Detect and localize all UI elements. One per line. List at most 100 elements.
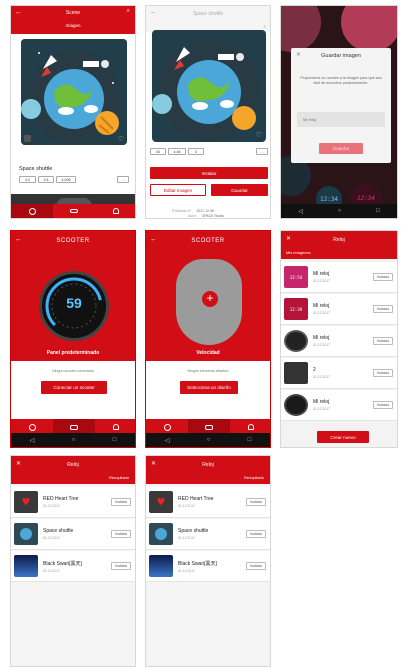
nav-back-icon[interactable]: ◁ [298,208,303,215]
section-tab[interactable]: Mis imágenes [286,250,311,255]
install-button[interactable]: Instalar [373,337,393,345]
detail-header: ← Space shuttle Ξ [146,6,270,32]
nav-recents-icon[interactable]: □ [248,437,252,443]
favorite-icon[interactable]: ♡ [118,135,124,143]
tab-profile[interactable] [95,204,135,218]
header-title: Reloj [202,462,214,468]
nav-home-icon[interactable]: ○ [207,437,211,443]
tab-imagen[interactable]: Imágen [11,23,135,28]
dialog-text: Proporciona un nombre a la imagen para q… [300,76,382,85]
item-name: Mi reloj [313,399,330,405]
install-button[interactable]: Instalar [111,530,131,538]
tab-watchface[interactable] [11,204,53,218]
item-name: Mi reloj [313,335,330,341]
header-title: SCOOTER [56,238,90,244]
share-icon[interactable]: Ξ [263,24,266,29]
section-tab[interactable]: Recopilado [109,475,129,480]
install-button[interactable]: Instalar [373,369,393,377]
section-tab[interactable]: Recopilado [244,475,264,480]
person-icon [113,424,119,430]
fullscreen-icon[interactable] [24,135,31,142]
item-date: 01.12.2017 [178,568,195,573]
card-title: Space shuttle [19,166,53,172]
header-title: Scene [65,10,81,16]
nav-recents-icon[interactable]: □ [376,208,380,214]
header-title: Space shuttle [192,11,224,17]
watchface-thumb [284,394,308,416]
item-name: RED Heart Tree [43,496,79,502]
install-button[interactable]: Instalar [246,498,266,506]
nav-home-icon[interactable]: ○ [72,437,76,443]
item-date: 01.12.2017 [313,311,330,315]
status-text: Ningún elemento añadido [187,369,229,373]
item-name: 2 [313,367,316,373]
speedometer: 59 [39,271,109,341]
item-name: RED Heart Tree [178,496,214,502]
edit-image-button[interactable]: Editar imagen [150,184,206,196]
install-button[interactable]: Instalar [150,167,268,179]
install-button[interactable]: Instalar [111,562,131,570]
meta-published: Publicado el 2017-12-08 [172,209,214,213]
more-button[interactable]: … [256,148,268,155]
bg-watch-2 [341,6,397,52]
add-design-button[interactable]: + [202,291,218,307]
list-item[interactable]: Mi reloj 01.12.2017 Instalar [281,326,397,357]
status-area: Ningún scooter conectado Conectar un sco… [11,361,135,419]
favorite-icon[interactable]: ♡ [256,131,262,139]
list-item[interactable]: 12:39 Mi reloj 01.12.2017 Instalar [281,294,397,325]
tab-scooter[interactable] [53,204,95,218]
list-item[interactable]: 2 01.12.2017 Instalar [281,358,397,389]
name-input[interactable] [297,112,385,127]
stat-pill-3: 3 [188,148,204,155]
list-item[interactable]: Black Swan[黑天] 01.12.2017 Instalar [146,551,270,582]
nav-recents-icon[interactable]: □ [113,437,117,443]
list-item[interactable]: ♥ RED Heart Tree 01.12.2017 Instalar [11,487,135,518]
list-item[interactable]: Black Swan[黑天] 01.12.2017 Instalar [11,551,135,582]
create-new-button[interactable]: Crear nuevo [317,431,369,443]
list-item[interactable]: ♥ RED Heart Tree 01.12.2017 Instalar [146,487,270,518]
select-design-button[interactable]: Selecciona un diseño [180,381,238,394]
connect-scooter-button[interactable]: Conectar un scooter [41,381,107,394]
screen-my-images: ✕ Reloj Mis imágenes 12:54 Mi reloj 01.12… [280,230,398,448]
item-date: 01.12.2017 [313,343,330,347]
more-button[interactable]: … [117,176,129,183]
watch-icon [163,423,171,431]
item-name: Space shuttle [43,528,74,534]
install-button[interactable]: Instalar [373,305,393,313]
dialog-save-button[interactable]: Guardar [319,143,363,154]
install-button[interactable]: Instalar [246,562,266,570]
space-shuttle-thumb [14,523,38,545]
search-icon[interactable]: ⌕ [127,8,130,15]
nav-back-icon[interactable]: ◁ [165,437,170,444]
item-date: 01.12.2017 [178,504,195,508]
scooter-icon [205,424,213,430]
list-item[interactable]: 12:54 Mi reloj 01.12.2017 Instalar [281,262,397,293]
meta-published-label: Publicado el [172,209,191,213]
screen-save-dialog: 12:34 12:34 ✕ Guardar imagen Proporciona… [280,5,398,219]
watchface-preview[interactable]: ♡ [21,39,127,145]
screen-scooter-select: ← SCOOTER + Velocidad Ningún elemento añ… [145,230,271,448]
black-swan-thumb [149,555,173,577]
item-name: Mi reloj [313,271,330,277]
save-button[interactable]: Guardar [211,184,268,196]
list-item[interactable]: Space shuttle 01.12.2017 Instalar [146,519,270,550]
person-icon [113,208,119,214]
nav-home-icon[interactable]: ○ [338,208,342,214]
bg-watch-1 [281,6,321,52]
nav-back-icon[interactable]: ◁ [30,437,35,444]
install-button[interactable]: Instalar [111,498,131,506]
install-button[interactable]: Instalar [373,401,393,409]
stat-pill-2: 3.4 [38,176,54,183]
watchface-thumb: 12:54 [284,266,308,288]
header-title: SCOOTER [191,238,225,244]
space-shuttle-illustration [152,40,259,140]
black-swan-thumb [14,555,38,577]
screen-collected-2: ✕ Reloj Recopilado ♥ RED Heart Tree 01.12… [145,455,271,667]
list-item[interactable]: Space shuttle 01.12.2017 Instalar [11,519,135,550]
install-button[interactable]: Instalar [246,530,266,538]
install-button[interactable]: Instalar [373,273,393,281]
item-date: 01.12.2017 [313,407,330,411]
dialog-title: Guardar imagen [321,53,361,59]
android-navbar: ◁ ○ □ [11,433,135,447]
list-item[interactable]: Mi reloj 01.12.2017 Instalar [281,390,397,421]
